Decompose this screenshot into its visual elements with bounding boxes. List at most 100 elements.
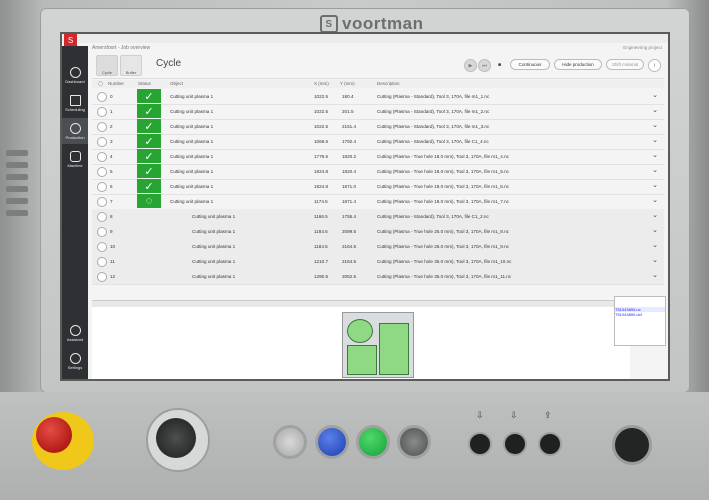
- brand-name: voortman: [342, 14, 424, 33]
- chevron-down-icon[interactable]: ⌄: [652, 271, 658, 279]
- blue-push-button[interactable]: [315, 425, 349, 459]
- row-x: 1184.6: [314, 229, 328, 234]
- row-select-radio[interactable]: [97, 92, 107, 102]
- row-select-radio[interactable]: [97, 167, 107, 177]
- row-number: 5: [110, 169, 113, 174]
- hide-production-button[interactable]: Hide production: [554, 59, 602, 70]
- row-select-radio[interactable]: [97, 137, 107, 147]
- chevron-down-icon[interactable]: ⌄: [652, 106, 658, 114]
- row-select-radio[interactable]: [97, 152, 107, 162]
- row-description: Cutting (Plasma - Standard), Tool 3, 170…: [377, 109, 490, 114]
- sidebar-item-settings[interactable]: Settings: [62, 348, 88, 374]
- rect-part-shape: [379, 323, 409, 375]
- chevron-down-icon[interactable]: ⌄: [652, 256, 658, 264]
- chevron-down-icon[interactable]: ⌄: [652, 91, 658, 99]
- row-x: 1174.5: [314, 199, 328, 204]
- sidebar-item-dashboard[interactable]: Dashboard: [62, 62, 88, 88]
- table-row[interactable]: 2 ✓ Cutting unit plasma 1 1022.5 2151.4 Cutti…: [92, 119, 664, 135]
- buffer-tab-button[interactable]: Buffer: [120, 55, 142, 76]
- row-number: 3: [110, 139, 113, 144]
- white-push-button[interactable]: [273, 425, 307, 459]
- table-row[interactable]: 11 Cutting unit plasma 1 1210.7 2164.5 Cutti…: [92, 254, 664, 270]
- switch-label: ⇩: [476, 410, 484, 420]
- chevron-down-icon[interactable]: ⌄: [652, 241, 658, 249]
- row-number: 9: [110, 229, 113, 234]
- row-number: 8: [110, 214, 113, 219]
- table-row[interactable]: 0 ✓ Cutting unit plasma 1 1022.5 180.4 Cuttin…: [92, 89, 664, 105]
- sidebar-item-machine[interactable]: Machine: [62, 146, 88, 172]
- row-select-radio[interactable]: [97, 122, 107, 132]
- table-row[interactable]: 8 Cutting unit plasma 1 1166.5 1755.4 Cuttin…: [92, 209, 664, 225]
- toggle-switch[interactable]: [503, 432, 527, 456]
- sidebar-item-label: Machine: [67, 162, 83, 168]
- sidebar-item-production[interactable]: Production: [62, 118, 88, 144]
- row-number: 4: [110, 154, 113, 159]
- row-select-radio[interactable]: [97, 197, 107, 207]
- row-select-radio[interactable]: [97, 227, 107, 237]
- chevron-down-icon[interactable]: ⌄: [652, 181, 658, 189]
- chevron-down-icon[interactable]: ⌄: [652, 226, 658, 234]
- table-row[interactable]: 1 ✓ Cutting unit plasma 1 1022.5 201.5 Cuttin…: [92, 104, 664, 120]
- row-description: Cutting (Plasma - True hole 18.0 mm), To…: [377, 154, 509, 159]
- table-row[interactable]: 5 ✓ Cutting unit plasma 1 1824.8 1820.4 Cutti…: [92, 164, 664, 180]
- table-header: ◯ Number Status Object X (mm) Y (mm) Des…: [92, 80, 664, 88]
- question-icon: [69, 324, 81, 336]
- table-row[interactable]: 10 Cutting unit plasma 1 1184.5 2164.5 Cutti…: [92, 239, 664, 255]
- sidebar-item-assistant[interactable]: Assistant: [62, 320, 88, 346]
- column-header: X (mm): [314, 81, 329, 86]
- table-row[interactable]: 7 ◌ Cutting unit plasma 1 1174.5 1871.4 Cutti…: [92, 194, 664, 210]
- row-select-radio[interactable]: [97, 182, 107, 192]
- control-panel: [0, 392, 709, 500]
- checkmark-icon: ✓: [137, 104, 161, 118]
- chevron-down-icon[interactable]: ⌄: [652, 151, 658, 159]
- row-description: Cutting (Plasma - True hole 25.0 mm), To…: [377, 229, 509, 234]
- table-row[interactable]: 3 ✓ Cutting unit plasma 1 1068.6 1792.4 Cutti…: [92, 134, 664, 150]
- table-row[interactable]: 12 Cutting unit plasma 1 1290.5 2052.5 Cutti…: [92, 269, 664, 285]
- row-x: 1068.6: [314, 139, 329, 144]
- row-select-radio[interactable]: [97, 272, 107, 282]
- column-header: Status: [138, 81, 151, 86]
- step-button[interactable]: ⏭: [478, 59, 491, 72]
- chevron-down-icon[interactable]: ⌄: [652, 121, 658, 129]
- chevron-down-icon[interactable]: ⌄: [652, 211, 658, 219]
- table-row[interactable]: 6 ✓ Cutting unit plasma 1 1824.8 1871.0 Cutti…: [92, 179, 664, 195]
- shift-material-button[interactable]: Shift material: [606, 59, 644, 70]
- stop-button[interactable]: ■: [494, 59, 505, 70]
- cycle-tab-button[interactable]: Cycle: [96, 55, 118, 76]
- row-select-radio[interactable]: [97, 107, 107, 117]
- column-header: Object: [170, 81, 184, 86]
- row-number: 7: [110, 199, 113, 204]
- row-description: Cutting (Plasma - True hole 35.0 mm), To…: [377, 274, 512, 279]
- row-x: 1022.5: [314, 109, 329, 114]
- file-list-item[interactable]: T51043890.dxf: [615, 312, 665, 317]
- table-row[interactable]: 4 ✓ Cutting unit plasma 1 1779.5 1820.2 Cutti…: [92, 149, 664, 165]
- mode-dropdown[interactable]: Continuous: [510, 59, 550, 70]
- toggle-switch[interactable]: [468, 432, 492, 456]
- chevron-down-icon[interactable]: ⌄: [652, 136, 658, 144]
- table-row[interactable]: 9 Cutting unit plasma 1 1184.6 2099.5 Cuttin…: [92, 224, 664, 240]
- round-part-shape: [347, 319, 373, 343]
- checkmark-icon: ✓: [137, 134, 161, 148]
- file-list-panel[interactable]: T51043890.nc T51043890.dxf: [614, 296, 666, 346]
- info-icon[interactable]: i: [648, 59, 661, 72]
- green-push-button[interactable]: [356, 425, 390, 459]
- square-part-shape: [347, 345, 377, 375]
- row-select-radio[interactable]: [97, 212, 107, 222]
- row-object: Cutting unit plasma 1: [170, 109, 214, 114]
- mode-selector-knob[interactable]: [612, 425, 652, 465]
- chevron-down-icon[interactable]: ⌄: [652, 196, 658, 204]
- sidebar-item-scheduling[interactable]: Scheduling: [62, 90, 88, 116]
- emergency-stop-button[interactable]: [36, 417, 72, 453]
- row-select-radio[interactable]: [97, 242, 107, 252]
- row-number: 0: [110, 94, 113, 99]
- chevron-down-icon[interactable]: ⌄: [652, 166, 658, 174]
- vent-slot: [6, 210, 28, 216]
- row-description: Cutting (Plasma - True hole 18.0 mm), To…: [377, 199, 509, 204]
- play-button[interactable]: ▶: [464, 59, 477, 72]
- toggle-switch[interactable]: [538, 432, 562, 456]
- row-x: 1022.5: [314, 124, 329, 129]
- rotary-knob[interactable]: [156, 418, 196, 458]
- row-select-radio[interactable]: [97, 257, 107, 267]
- sidebar-item-label: Settings: [67, 364, 83, 370]
- grey-push-button[interactable]: [397, 425, 431, 459]
